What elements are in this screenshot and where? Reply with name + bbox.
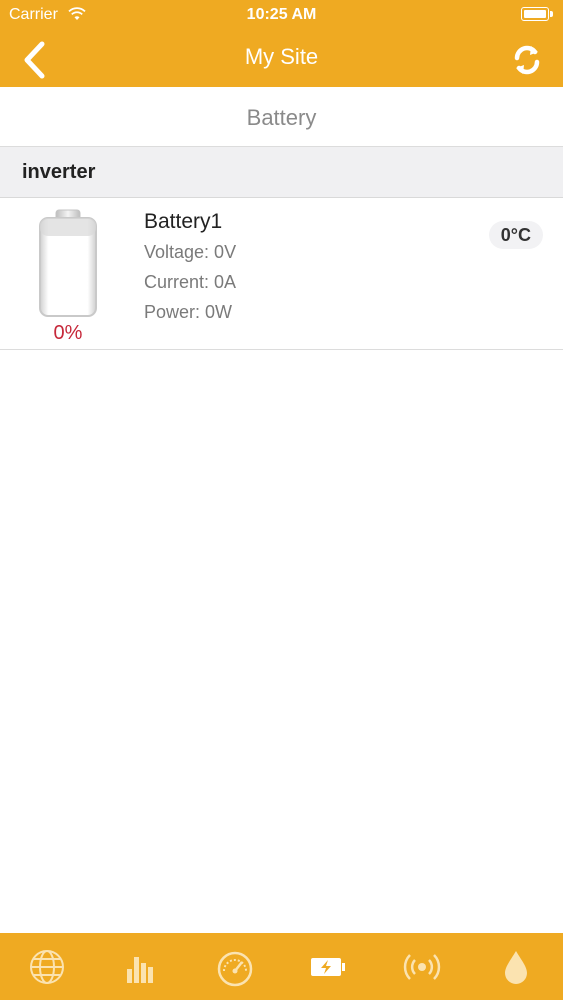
refresh-icon [514, 45, 540, 75]
tab-gauge[interactable] [188, 933, 282, 1000]
battery-charging-icon [311, 957, 346, 976]
top-bar: Carrier 10:25 AM My Site [0, 0, 563, 87]
temperature-badge: 0°C [488, 221, 543, 249]
page-title: My Site [244, 44, 319, 69]
segment-label: Battery [246, 105, 317, 130]
section-title: inverter [22, 161, 96, 183]
gauge-icon [217, 951, 252, 986]
globe-icon [29, 949, 64, 984]
clock: 10:25 AM [246, 6, 317, 23]
battery-voltage: Voltage: 0V [144, 242, 237, 262]
tab-statistics[interactable] [94, 933, 188, 1000]
refresh-button[interactable] [509, 40, 545, 80]
battery-power: Power: 0W [144, 302, 233, 322]
tab-battery[interactable] [281, 933, 375, 1000]
bar-chart-icon [126, 956, 153, 983]
section-header: inverter [0, 147, 563, 198]
tab-signal[interactable] [375, 933, 469, 1000]
battery-tab-header[interactable]: Battery [0, 87, 563, 147]
battery-level-icon [39, 209, 97, 317]
battery-name: Battery1 [144, 210, 223, 233]
status-battery-icon [521, 7, 553, 21]
tab-water[interactable] [469, 933, 563, 1000]
battery-current: Current: 0A [144, 272, 237, 292]
signal-broadcast-icon [404, 953, 441, 980]
tab-bar [0, 933, 563, 1000]
navigation-bar: My Site [0, 30, 563, 87]
battery-list-item[interactable]: 0% Battery1 Voltage: 0V Current: 0A Powe… [0, 198, 563, 350]
battery-percent: 0% [53, 322, 83, 344]
status-bar: Carrier 10:25 AM [0, 0, 563, 30]
water-drop-icon [505, 950, 528, 984]
tab-globe[interactable] [0, 933, 94, 1000]
